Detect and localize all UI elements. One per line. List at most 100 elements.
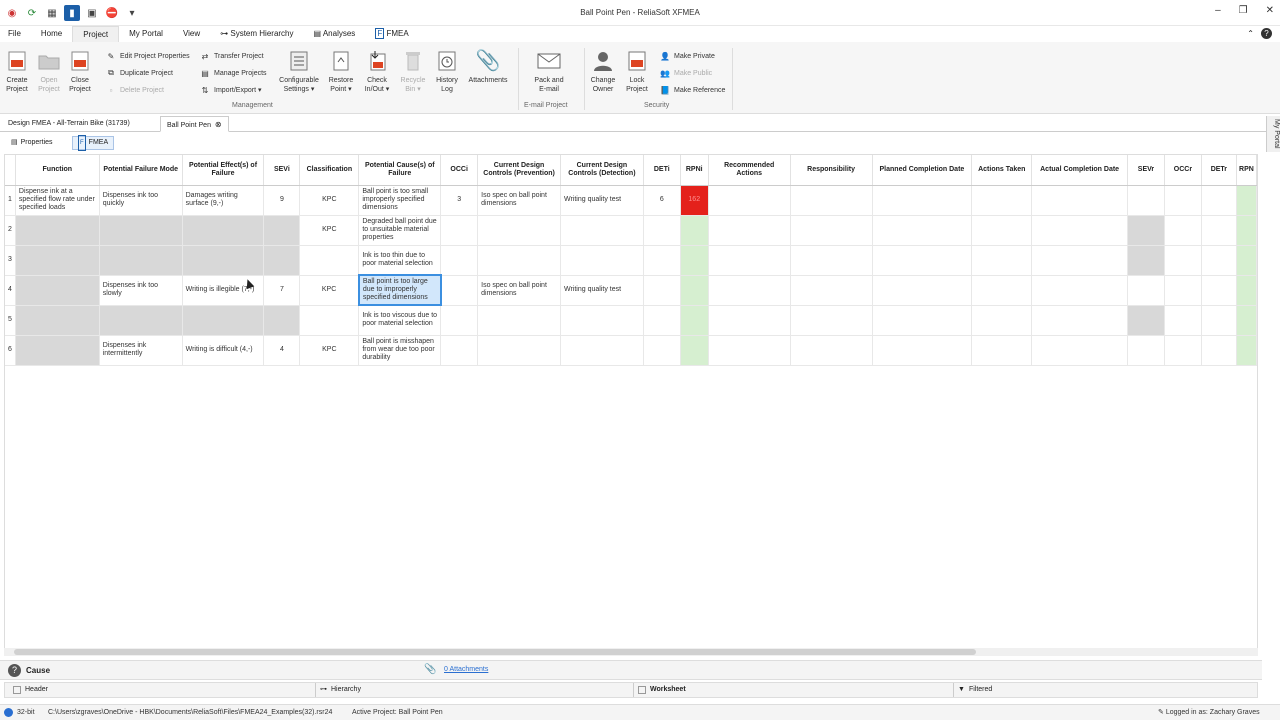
cell-empty[interactable] — [1127, 275, 1165, 306]
cell-empty[interactable] — [1236, 215, 1257, 246]
help-icon[interactable]: ? — [1261, 28, 1272, 39]
create-project-button[interactable]: Create Project — [3, 48, 31, 94]
header-classification[interactable]: Classification — [299, 155, 360, 186]
header-sevr[interactable]: SEVr — [1127, 155, 1165, 186]
cell-det[interactable]: 6 — [643, 185, 681, 216]
doc-tab-ball-point-pen[interactable]: Ball Point Pen ⊗ — [160, 116, 229, 132]
cell-detection[interactable]: Writing quality test — [560, 275, 644, 306]
header-recommended-actions[interactable]: Recommended Actions — [708, 155, 791, 186]
cell-empty[interactable] — [971, 215, 1033, 246]
manage-projects-button[interactable]: ▤ Manage Projects — [200, 68, 266, 78]
import-export-button[interactable]: ⇅ Import/Export ▾ — [200, 85, 262, 95]
cell-empty[interactable] — [1031, 275, 1129, 306]
cell-empty[interactable] — [708, 185, 791, 216]
cell-classification[interactable]: KPC — [299, 185, 360, 216]
header-causes[interactable]: Potential Cause(s) of Failure — [358, 155, 442, 186]
cell-empty[interactable] — [643, 335, 681, 366]
header-sevi[interactable]: SEVi — [263, 155, 301, 186]
cell-failure-mode[interactable]: Dispenses ink intermittently — [99, 335, 183, 366]
cell-rpn[interactable] — [680, 245, 709, 276]
cell-empty[interactable] — [1164, 215, 1202, 246]
check-in-out-button[interactable]: Check In/Out ▾ — [362, 48, 392, 94]
configurable-settings-button[interactable]: Configurable Settings ▾ — [276, 48, 322, 94]
cell-classification[interactable]: KPC — [299, 335, 360, 366]
menu-file[interactable]: File — [0, 26, 31, 42]
lock-project-button[interactable]: Lock Project — [622, 48, 652, 94]
header-responsibility[interactable]: Responsibility — [790, 155, 873, 186]
header-prevention[interactable]: Current Design Controls (Prevention) — [477, 155, 561, 186]
cell-empty[interactable] — [872, 245, 973, 276]
cell-effect[interactable] — [182, 245, 265, 276]
cell-empty[interactable] — [643, 275, 681, 306]
table-row[interactable]: 5 Ink is too viscous due to poor materia… — [5, 305, 1257, 336]
close-icon[interactable]: ✕ — [1266, 5, 1274, 16]
header-function[interactable]: Function — [15, 155, 100, 186]
make-private-button[interactable]: 👤 Make Private — [660, 51, 715, 61]
menu-my-portal[interactable]: My Portal — [119, 26, 173, 42]
cell-empty[interactable] — [1236, 305, 1257, 336]
menu-view[interactable]: View — [173, 26, 210, 42]
cell-empty[interactable] — [790, 275, 873, 306]
cell-cause[interactable]: Degraded ball point due to unsuitable ma… — [358, 215, 442, 246]
cell-empty[interactable] — [790, 185, 873, 216]
cell-empty[interactable] — [1201, 305, 1237, 336]
close-tab-icon[interactable]: ⊗ — [215, 120, 222, 129]
cell-empty[interactable] — [477, 245, 561, 276]
header-occi[interactable]: OCCi — [440, 155, 479, 186]
header-occr[interactable]: OCCr — [1164, 155, 1202, 186]
pack-and-email-button[interactable]: Pack and E-mail — [530, 48, 568, 94]
cell-empty[interactable] — [1236, 245, 1257, 276]
cell-empty[interactable] — [708, 275, 791, 306]
cell-function[interactable]: Dispense ink at a specified flow rate un… — [15, 185, 100, 216]
cell-sev[interactable] — [263, 245, 301, 276]
minimize-icon[interactable]: – — [1215, 5, 1221, 16]
cell-empty[interactable] — [790, 305, 873, 336]
cell-empty[interactable] — [1031, 335, 1129, 366]
cell-empty[interactable] — [1127, 215, 1165, 246]
cell-failure-mode[interactable]: Dispenses ink too slowly — [99, 275, 183, 306]
table-row[interactable]: 1 Dispense ink at a specified flow rate … — [5, 185, 1257, 216]
cell-empty[interactable] — [971, 185, 1033, 216]
fmea-worksheet-grid[interactable]: Function Potential Failure Mode Potentia… — [4, 154, 1258, 650]
cell-empty[interactable] — [971, 245, 1033, 276]
menu-home[interactable]: Home — [31, 26, 72, 42]
cell-function[interactable] — [15, 335, 100, 366]
cell-failure-mode[interactable] — [99, 305, 183, 336]
cell-empty[interactable] — [971, 335, 1033, 366]
tab-fmea[interactable]: F FMEA — [72, 135, 115, 151]
cell-empty[interactable] — [790, 215, 873, 246]
cell-empty[interactable] — [1031, 245, 1129, 276]
cell-empty[interactable] — [872, 215, 973, 246]
cell-empty[interactable] — [1201, 185, 1237, 216]
menu-fmea[interactable]: F FMEA — [365, 26, 418, 42]
cell-empty[interactable] — [790, 245, 873, 276]
header-detr[interactable]: DETr — [1201, 155, 1237, 186]
cell-empty[interactable] — [790, 335, 873, 366]
header-deti[interactable]: DETi — [643, 155, 681, 186]
change-owner-button[interactable]: Change Owner — [588, 48, 618, 94]
cell-empty[interactable] — [872, 305, 973, 336]
cell-effect[interactable]: Damages writing surface (9,-) — [182, 185, 265, 216]
doc-tab-all-terrain-bike[interactable]: Design FMEA - All-Terrain Bike (31739) — [2, 116, 136, 132]
panel-filtered[interactable]: ▼ Filtered — [953, 683, 992, 697]
table-row[interactable]: 6 Dispenses ink intermittently Writing i… — [5, 335, 1257, 366]
cell-failure-mode[interactable] — [99, 215, 183, 246]
cell-empty[interactable] — [1031, 185, 1129, 216]
cell-empty[interactable] — [1236, 335, 1257, 366]
transfer-project-button[interactable]: ⇄ Transfer Project — [200, 51, 264, 61]
cell-cause[interactable]: Ball point is too small improperly speci… — [358, 185, 442, 216]
header-detection[interactable]: Current Design Controls (Detection) — [560, 155, 644, 186]
cell-classification[interactable]: KPC — [299, 275, 360, 306]
table-row[interactable]: 2 KPC Degraded ball point due to unsuita… — [5, 215, 1257, 246]
header-planned-completion[interactable]: Planned Completion Date — [872, 155, 973, 186]
cell-empty[interactable] — [560, 215, 644, 246]
restore-icon[interactable]: ❐ — [1239, 5, 1248, 16]
cell-occ[interactable]: 3 — [440, 185, 479, 216]
cell-empty[interactable] — [440, 245, 479, 276]
cell-empty[interactable] — [643, 215, 681, 246]
cell-detection[interactable]: Writing quality test — [560, 185, 644, 216]
cell-empty[interactable] — [1236, 185, 1257, 216]
cell-function[interactable] — [15, 275, 100, 306]
history-log-button[interactable]: History Log — [432, 48, 462, 94]
recycle-bin-button[interactable]: Recycle Bin ▾ — [398, 48, 428, 94]
